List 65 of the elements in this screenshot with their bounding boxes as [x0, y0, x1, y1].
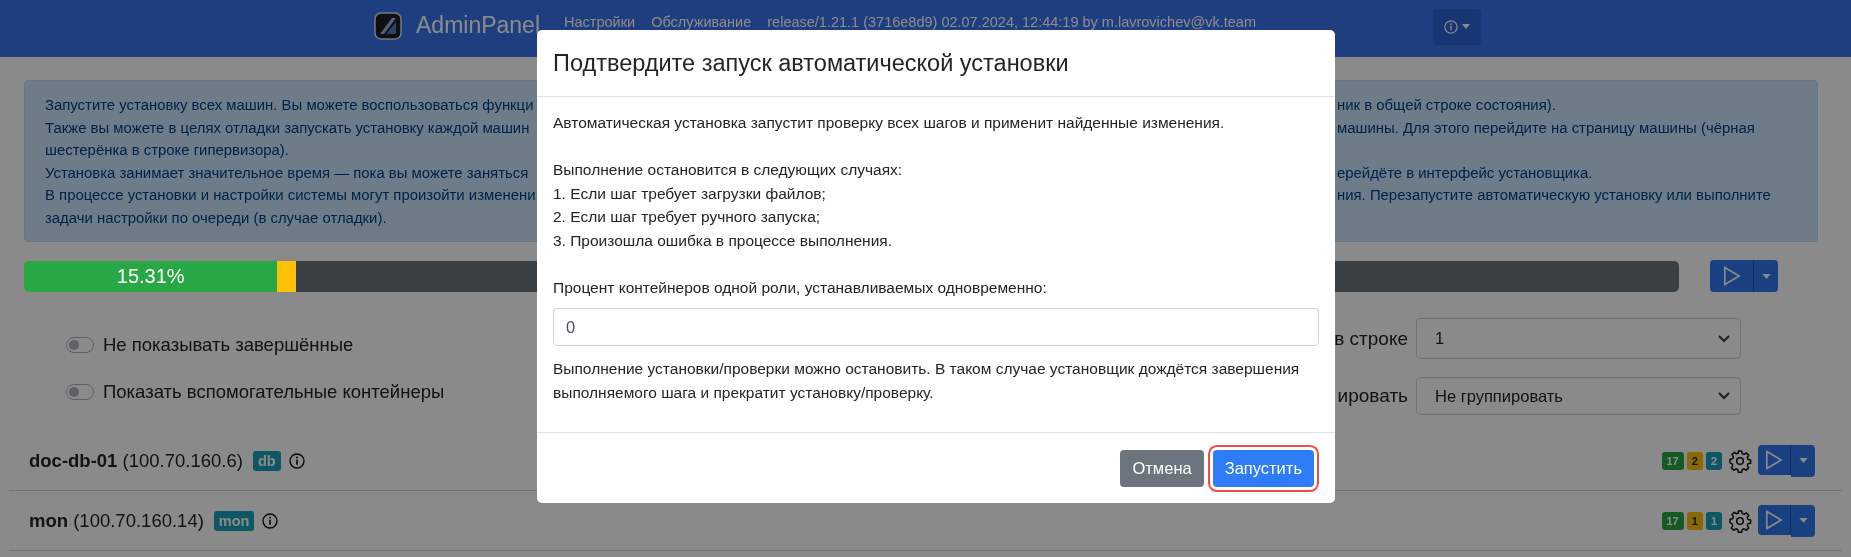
run-button[interactable] [1758, 504, 1791, 535]
info-icon[interactable] [262, 512, 279, 529]
alert-text: ния. Перезапустите автоматическую установку или выполните [1337, 187, 1771, 203]
machine-name[interactable]: doc-db-01 (100.70.160.6) [29, 449, 243, 472]
role-tag: db [252, 450, 281, 471]
alert-text: Установка занимает значительное время — пока вы можете заняться [45, 164, 529, 181]
run-options-dropdown[interactable] [1791, 504, 1815, 537]
dialog-text: Автоматическая установка запустит проверку всех шагов и применит найденные изменения. [553, 113, 1226, 133]
count-badge: 17 [1661, 451, 1684, 470]
run-all-button[interactable] [1710, 260, 1754, 292]
build-info: release/1.21.1 (3716e8d9) 02.07.2024, 12:44:19 by m.lavrovichev@vk.team [767, 13, 1256, 30]
condition-item: 2. Если шаг требует ручного запуска; [553, 207, 822, 227]
dialog-title: Подтвердите запуск автоматической установки [553, 49, 1069, 77]
logo-icon [374, 11, 402, 40]
caret-icon [1798, 458, 1808, 463]
select-field[interactable]: 1 [1416, 318, 1741, 359]
dialog-note: Выполнение установки/проверки можно остановить. В таком случае установщик дождётся завершения выполняемого шага и прекратит установку/проверку. [553, 359, 1301, 403]
count-badge: 17 [1661, 511, 1684, 530]
alert-text: Также вы можете в целях отладки запускать установку каждой машин [45, 119, 530, 136]
run-options-dropdown[interactable] [1754, 260, 1778, 292]
percent-input[interactable]: 0 [553, 308, 1319, 346]
nav-link[interactable]: Настройки [564, 13, 636, 30]
toggle-switch[interactable] [66, 383, 94, 400]
toggle-label: Не показывать завершённые [103, 334, 354, 357]
count-badge: 2 [1705, 451, 1722, 470]
select-field[interactable]: Не группировать [1416, 377, 1741, 415]
setting-label: в строке [1333, 327, 1409, 350]
alert-text: машины. Для этого перейдите на страницу машины (чёрная [1337, 119, 1755, 136]
brand-name[interactable]: AdminPanel [416, 12, 541, 39]
alert-text: В процессе установки и настройки системы могут произойти изменени [45, 187, 536, 203]
caret-icon [1798, 518, 1808, 523]
run-options-dropdown[interactable] [1791, 444, 1815, 477]
dialog-button[interactable]: Отмена [1120, 449, 1204, 487]
toggle-switch[interactable] [66, 337, 94, 354]
info-icon [1444, 19, 1458, 34]
info-icon[interactable] [288, 452, 305, 469]
settings-icon[interactable] [1728, 508, 1752, 533]
alert-text: шестерёнка в строке гипервизора). [45, 142, 289, 158]
alert-text: ник в общей строке состояния). [1337, 97, 1556, 113]
play-icon [1765, 509, 1783, 530]
role-tag: mon [213, 510, 255, 531]
count-badge: 1 [1705, 511, 1722, 530]
toggle-label: Показать вспомогательные контейнеры [103, 380, 445, 403]
nav-link[interactable]: Обслуживание [651, 13, 752, 30]
play-icon [1765, 449, 1783, 470]
alert-text: Запустите установку всех машин. Вы можете воспользоваться функци [45, 97, 534, 113]
caret-icon [1761, 273, 1771, 279]
chevron-down-icon [1718, 392, 1730, 400]
field-label: Процент контейнеров одной роли, устанавливаемых одновременно: [553, 277, 1048, 298]
alert-text: задачи настройки по очереди (в случае отладки). [45, 209, 387, 226]
alert-text: ерейдёте в интерфейс установщика. [1337, 164, 1593, 181]
run-button[interactable] [1758, 444, 1791, 475]
info-dropdown-button[interactable] [1433, 8, 1481, 45]
condition-item: 3. Произошла ошибка в процессе выполнения. [553, 230, 893, 251]
count-badge: 1 [1686, 511, 1703, 530]
setting-label: ировать [1336, 385, 1409, 407]
caret-icon [1462, 24, 1470, 29]
settings-icon[interactable] [1728, 448, 1752, 473]
conditions-heading: Выполнение остановится в следующих случаях: [553, 160, 904, 180]
chevron-down-icon [1718, 334, 1730, 343]
count-badge: 2 [1686, 451, 1703, 470]
machine-name[interactable]: mon (100.70.160.14) [29, 509, 204, 532]
progress-label: 15.31% [116, 264, 185, 288]
play-icon [1722, 266, 1741, 286]
condition-item: 1. Если шаг требует загрузки файлов; [553, 183, 827, 204]
